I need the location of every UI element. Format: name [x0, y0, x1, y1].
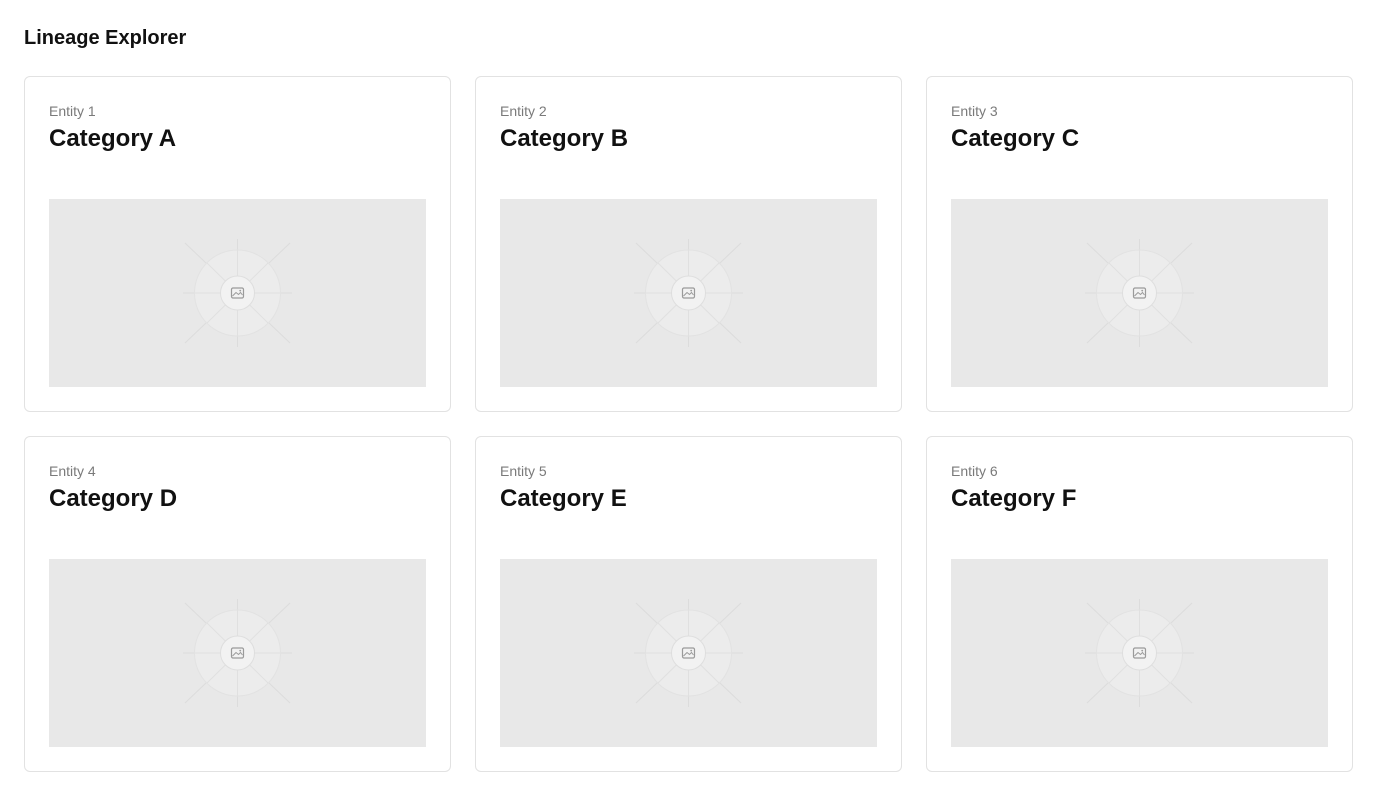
card-image-placeholder [951, 199, 1328, 387]
card-title: Category C [951, 125, 1080, 152]
card-image-placeholder [500, 559, 877, 747]
card-kicker: Entity 4 [49, 463, 96, 479]
card[interactable]: Entity 2 Category B [475, 76, 902, 412]
image-placeholder-icon [49, 199, 426, 387]
card[interactable]: Entity 5 Category E [475, 436, 902, 772]
image-placeholder-icon [500, 559, 877, 747]
page: Lineage Explorer Entity 1 Category A Ent… [0, 0, 1376, 797]
card-title: Category B [500, 125, 629, 152]
page-title: Lineage Explorer [24, 27, 187, 49]
card-title: Category E [500, 485, 627, 512]
card-grid: Entity 1 Category A Entity 2 Category B … [24, 76, 1353, 772]
card-kicker: Entity 1 [49, 103, 96, 119]
card-image-placeholder [49, 559, 426, 747]
card-image-placeholder [500, 199, 877, 387]
card-kicker: Entity 2 [500, 103, 547, 119]
card-image-placeholder [951, 559, 1328, 747]
card-kicker: Entity 5 [500, 463, 547, 479]
card[interactable]: Entity 3 Category C [926, 76, 1353, 412]
card[interactable]: Entity 4 Category D [24, 436, 451, 772]
card-kicker: Entity 6 [951, 463, 998, 479]
image-placeholder-icon [49, 559, 426, 747]
card[interactable]: Entity 1 Category A [24, 76, 451, 412]
card-title: Category D [49, 485, 178, 512]
card[interactable]: Entity 6 Category F [926, 436, 1353, 772]
card-title: Category A [49, 125, 177, 152]
image-placeholder-icon [951, 559, 1328, 747]
image-placeholder-icon [951, 199, 1328, 387]
card-image-placeholder [49, 199, 426, 387]
card-title: Category F [951, 485, 1077, 512]
card-kicker: Entity 3 [951, 103, 998, 119]
image-placeholder-icon [500, 199, 877, 387]
